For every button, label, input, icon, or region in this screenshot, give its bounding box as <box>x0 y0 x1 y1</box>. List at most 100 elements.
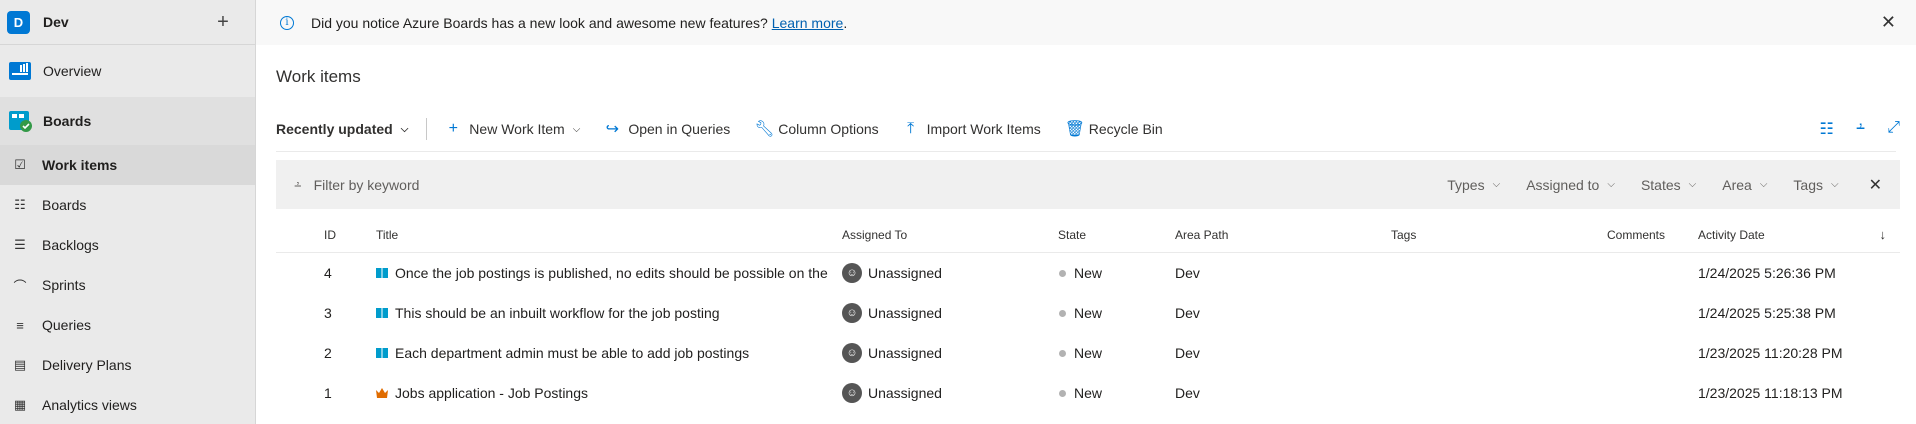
import-work-items-button[interactable]: ⤒ Import Work Items <box>903 120 1041 138</box>
user-story-book-icon <box>376 348 388 358</box>
table-row[interactable]: 3 This should be an inbuilt workflow for … <box>276 293 1900 333</box>
open-in-queries-label: Open in Queries <box>628 121 731 137</box>
sidebar-item-delivery-plans[interactable]: ▤ Delivery Plans <box>0 345 255 385</box>
filter-dropdown-label: Tags <box>1793 176 1823 193</box>
cell-activity-date: 1/23/2025 11:18:13 PM <box>1698 385 1843 401</box>
table-row[interactable]: 2 Each department admin must be able to a… <box>276 333 1900 373</box>
sidebar-item-sprints[interactable]: ⌒ Sprints <box>0 265 255 305</box>
work-item-title-link[interactable]: Each department admin must be able to ad… <box>395 345 749 361</box>
overview-icon <box>9 62 31 80</box>
sort-descending-icon: ↓ <box>1879 227 1887 242</box>
nav-overview[interactable]: Overview <box>0 45 255 97</box>
sidebar-item-analytics-views[interactable]: ▦ Analytics views <box>0 385 255 424</box>
add-icon[interactable]: + <box>211 11 235 34</box>
banner-message: Did you notice Azure Boards has a new lo… <box>311 15 1881 31</box>
filter-icon: ⨩ <box>294 176 302 192</box>
sidebar-item-label: Sprints <box>42 277 86 293</box>
chevron-down-icon: ⌵ <box>1759 179 1768 190</box>
project-header[interactable]: D Dev + <box>0 0 255 45</box>
state-text: New <box>1074 265 1103 281</box>
sidebar-item-boards[interactable]: ☷ Boards <box>0 185 255 225</box>
work-item-title-link[interactable]: This should be an inbuilt workflow for t… <box>395 305 720 321</box>
open-in-queries-button[interactable]: ↪ Open in Queries <box>604 119 731 139</box>
new-work-item-button[interactable]: + New Work Item ⌵ <box>445 120 581 138</box>
keyword-filter-input[interactable]: Filter by keyword <box>314 177 1422 193</box>
filter-dropdown-label: Area <box>1722 176 1752 193</box>
state-text: New <box>1074 345 1103 361</box>
queries-icon: ≡ <box>16 317 24 333</box>
grid-header: ID Title Assigned To State Area Path Tag… <box>276 217 1900 253</box>
cell-title[interactable]: This should be an inbuilt workflow for t… <box>376 305 842 321</box>
epic-crown-icon <box>376 388 388 398</box>
filter-dropdown-assigned-to[interactable]: Assigned to ⌵ <box>1526 177 1615 193</box>
column-header-comments[interactable]: Comments <box>1607 228 1698 242</box>
assigned-to-text: Unassigned <box>868 345 942 361</box>
boards-subnav: ☑ Work items ☷ Boards ☰ Backlogs ⌒ Sprints ≡ Quer… <box>0 145 255 424</box>
learn-more-link[interactable]: Learn more <box>772 15 844 31</box>
chevron-down-icon: ⌵ <box>400 123 409 135</box>
cell-area-path: Dev <box>1175 345 1200 361</box>
column-options-button[interactable]: 🔧︎ Column Options <box>754 119 878 139</box>
filter-dropdown-area[interactable]: Area ⌵ <box>1722 177 1767 193</box>
nav-boards-hub[interactable]: Boards <box>0 97 255 145</box>
cell-assigned-to: ☺ Unassigned <box>842 303 1058 323</box>
filter-dropdowns: Types ⌵ Assigned to ⌵ States ⌵ Area ⌵ Tags ⌵ <box>1421 177 1838 193</box>
view-options: ☷ ⨩ ⤢ <box>1819 119 1900 139</box>
sidebar-item-label: Backlogs <box>42 237 99 253</box>
recycle-bin-button[interactable]: 🗑︎ Recycle Bin <box>1065 119 1163 139</box>
filter-dropdown-tags[interactable]: Tags ⌵ <box>1793 177 1838 193</box>
view-options-icon[interactable]: ☷ <box>1819 119 1833 139</box>
chevron-down-icon: ⌵ <box>1607 179 1615 190</box>
sidebar-item-backlogs[interactable]: ☰ Backlogs <box>0 225 255 265</box>
cell-id: 1 <box>324 385 332 401</box>
unassigned-avatar-icon: ☺ <box>842 303 862 323</box>
column-header-id[interactable]: ID <box>276 228 376 242</box>
user-story-book-icon <box>376 308 388 318</box>
cell-title[interactable]: Each department admin must be able to ad… <box>376 345 842 361</box>
cell-title[interactable]: Jobs application - Job Postings <box>376 385 842 401</box>
table-row[interactable]: 4 Once the job postings is published, no … <box>276 253 1900 293</box>
sidebar-item-queries[interactable]: ≡ Queries <box>0 305 255 345</box>
new-work-item-label: New Work Item <box>469 121 565 137</box>
cell-area-path: Dev <box>1175 265 1200 281</box>
sprints-icon: ⌒ <box>13 278 27 294</box>
state-dot-icon <box>1059 269 1066 277</box>
table-row[interactable]: 1 Jobs application - Job Postings ☺ Unassig… <box>276 373 1900 413</box>
sidebar-item-label: Analytics views <box>42 397 137 413</box>
column-header-title[interactable]: Title <box>376 228 842 242</box>
column-header-area-path[interactable]: Area Path <box>1175 228 1391 242</box>
work-item-title-link[interactable]: Jobs application - Job Postings <box>395 385 588 401</box>
column-header-activity-date[interactable]: Activity Date ↓ <box>1698 227 1900 242</box>
cell-activity-date: 1/24/2025 5:26:36 PM <box>1698 265 1836 281</box>
column-header-state[interactable]: State <box>1058 228 1175 242</box>
recycle-bin-label: Recycle Bin <box>1088 121 1163 137</box>
view-pivot-dropdown[interactable]: Recently updated ⌵ <box>276 121 408 137</box>
toolbar-divider <box>426 118 428 140</box>
sidebar-item-work-items[interactable]: ☑ Work items <box>0 145 255 185</box>
state-dot-icon <box>1059 309 1066 317</box>
column-header-tags[interactable]: Tags <box>1391 228 1607 242</box>
filter-dropdown-types[interactable]: Types ⌵ <box>1447 177 1500 193</box>
share-arrow-icon: ↪ <box>605 121 620 138</box>
cell-title[interactable]: Once the job postings is published, no e… <box>376 265 842 281</box>
column-header-assigned-to[interactable]: Assigned To <box>842 228 1058 242</box>
assigned-to-text: Unassigned <box>868 265 942 281</box>
work-item-title-link[interactable]: Once the job postings is published, no e… <box>395 265 828 281</box>
close-icon[interactable]: ✕ <box>1881 12 1896 33</box>
clear-filters-icon[interactable]: ✕ <box>1869 175 1882 195</box>
boards-hub-icon <box>9 111 32 132</box>
sidebar-item-label: Delivery Plans <box>42 357 132 373</box>
filter-icon[interactable]: ⨩ <box>1856 119 1865 139</box>
filter-dropdown-states[interactable]: States ⌵ <box>1641 177 1696 193</box>
filter-bar: ⨩ Filter by keyword Types ⌵ Assigned to ⌵ St… <box>276 160 1900 209</box>
cell-area-path: Dev <box>1175 385 1200 401</box>
info-icon: i <box>280 15 294 30</box>
cell-state: New <box>1058 265 1175 281</box>
cell-id: 4 <box>324 265 332 281</box>
nav-overview-label: Overview <box>43 63 102 79</box>
unassigned-avatar-icon: ☺ <box>842 343 862 363</box>
fullscreen-icon[interactable]: ⤢ <box>1887 119 1900 139</box>
work-items-grid: ID Title Assigned To State Area Path Tag… <box>276 217 1900 413</box>
project-name[interactable]: Dev <box>43 14 211 30</box>
chevron-down-icon: ⌵ <box>1688 179 1697 190</box>
